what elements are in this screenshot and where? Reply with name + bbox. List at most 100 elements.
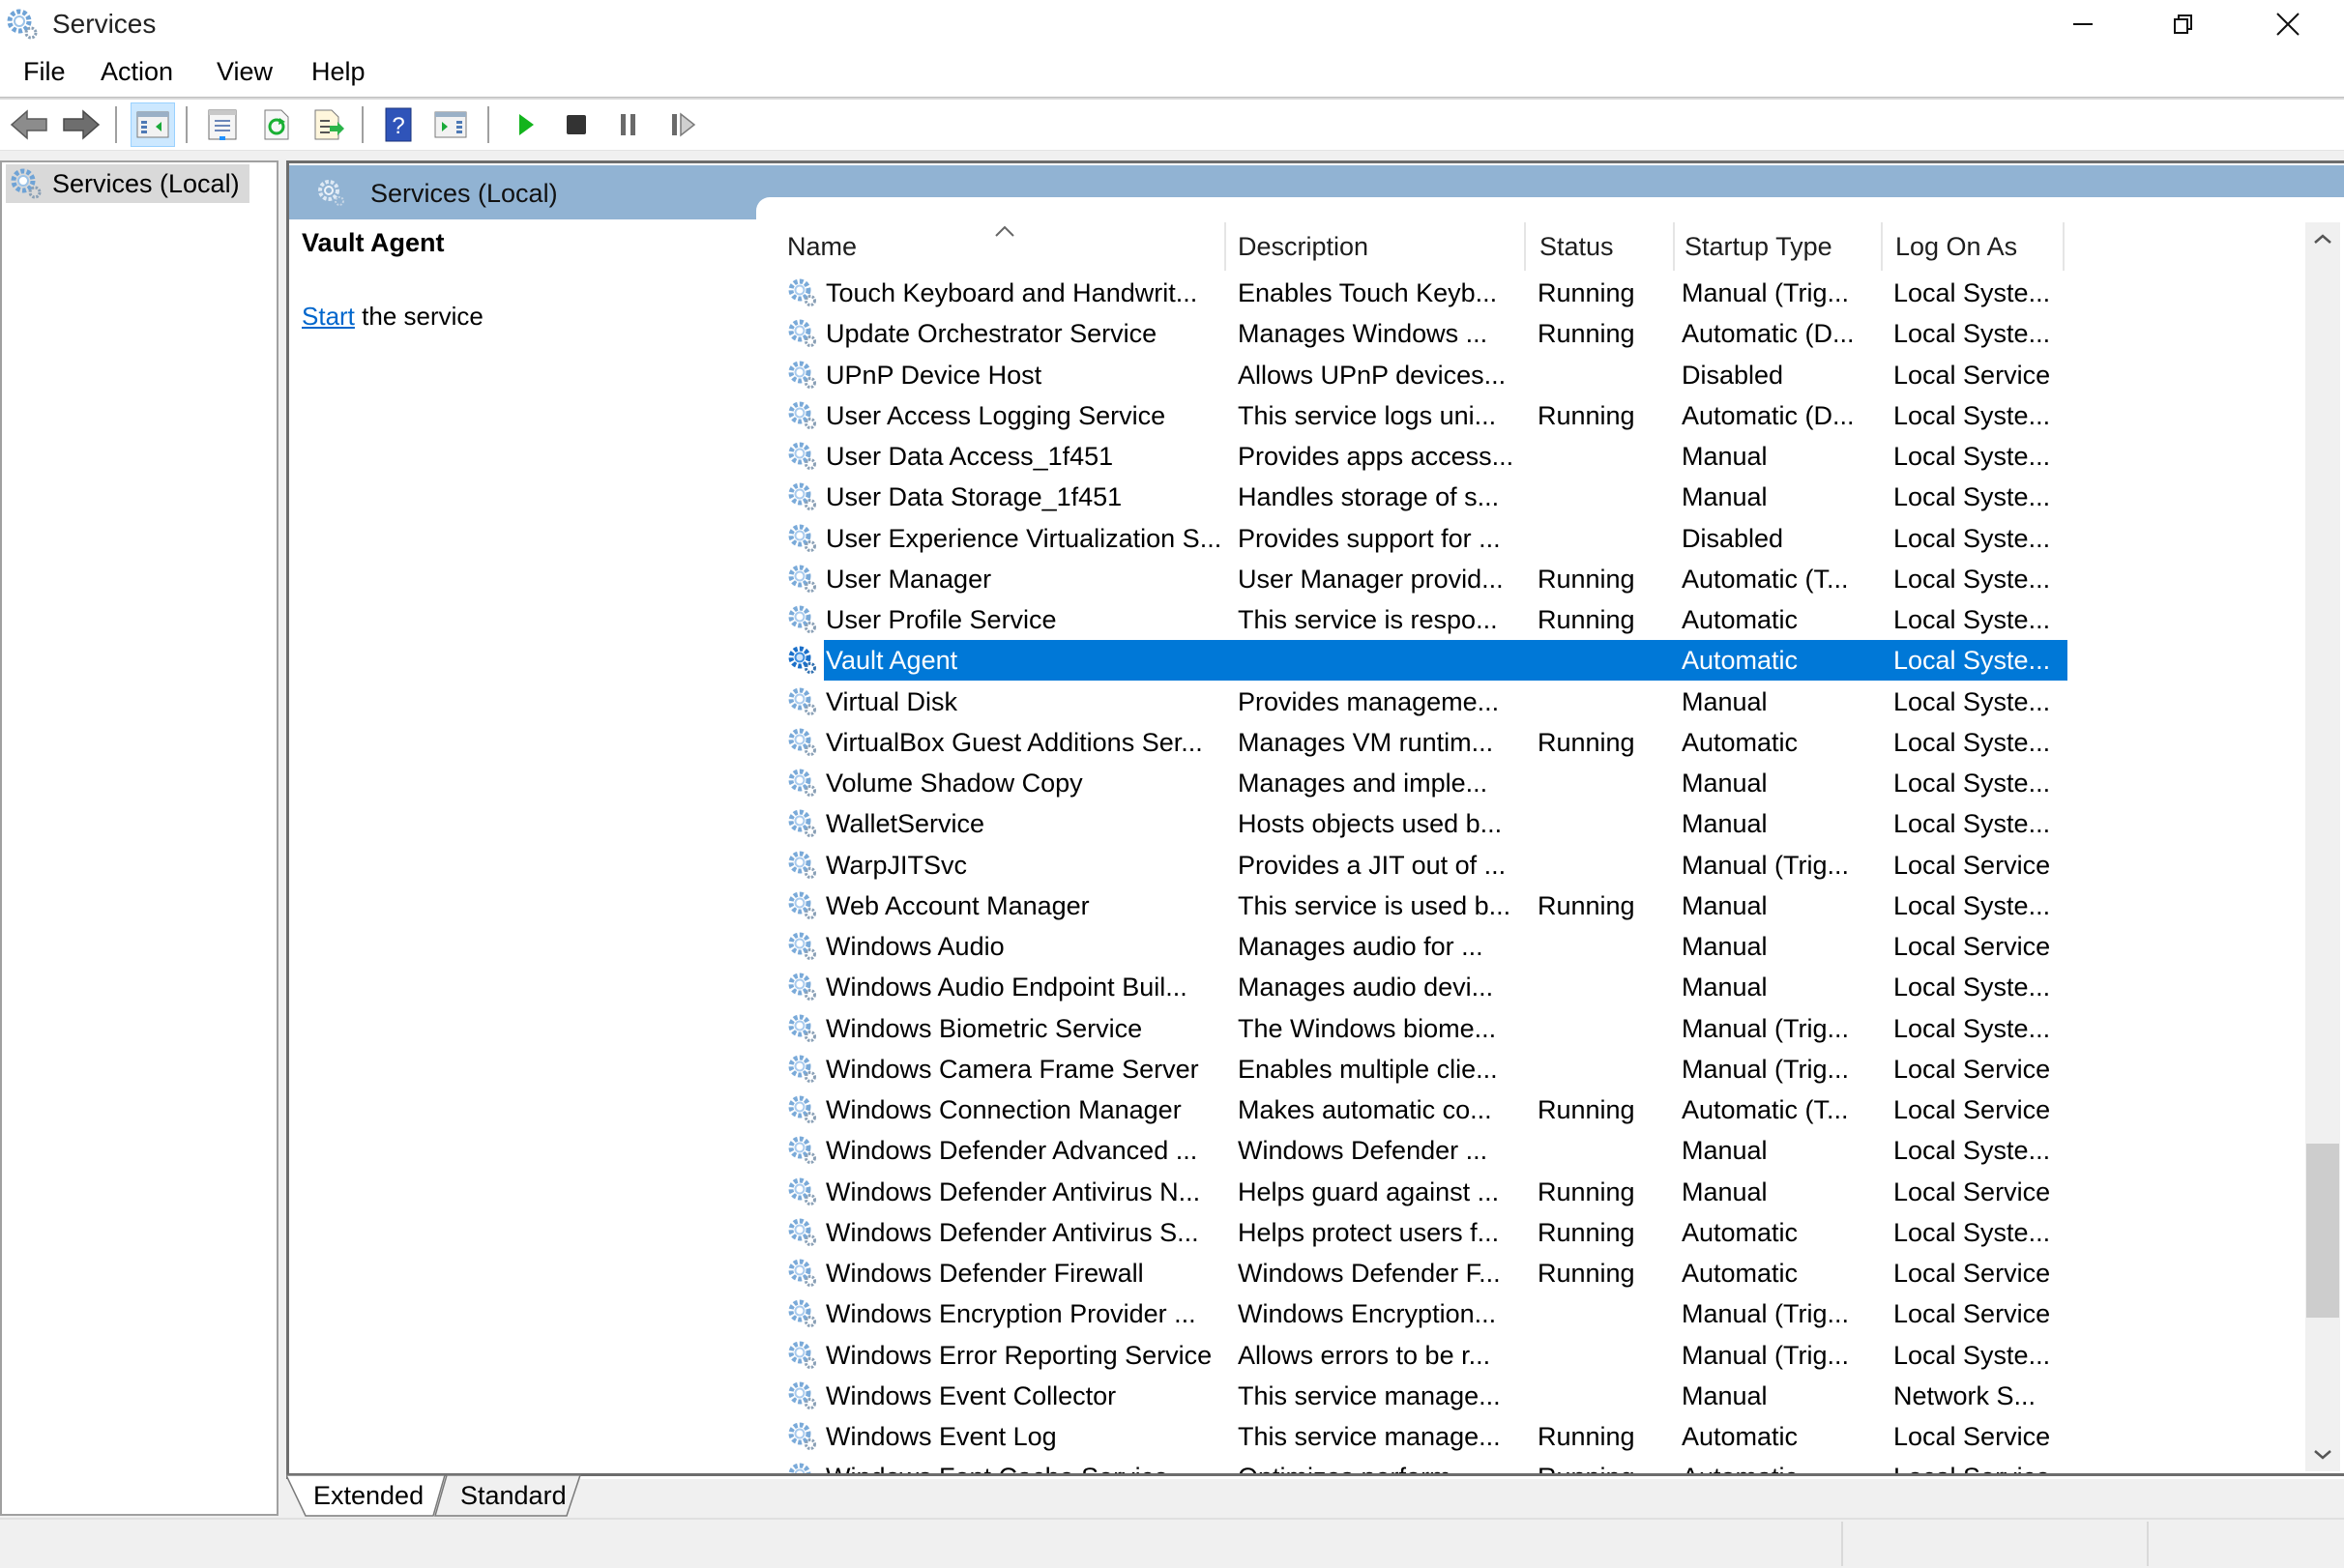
cell-description: Windows Encryption...	[1238, 1299, 1497, 1329]
stop-service-button[interactable]	[555, 103, 598, 146]
properties-button[interactable]	[201, 103, 244, 146]
column-header-log-on-as[interactable]: Log On As	[1895, 220, 2060, 273]
restore-button[interactable]	[2133, 0, 2234, 48]
cell-description: Enables multiple clie...	[1238, 1054, 1498, 1084]
cell-log-on-as: Local Service	[1893, 1422, 2051, 1451]
column-divider[interactable]	[1524, 222, 1526, 271]
start-service-button[interactable]	[505, 103, 547, 146]
service-row[interactable]: Web Account Manager This service is used …	[783, 886, 2301, 926]
service-row[interactable]: Windows Font Cache Service Optimizes perf…	[783, 1457, 2301, 1473]
minimize-button[interactable]	[2033, 0, 2133, 48]
service-row[interactable]: User Data Access_1f451 Provides apps acce…	[783, 436, 2301, 477]
show-hide-console-tree-button[interactable]	[131, 102, 175, 147]
tab-standard[interactable]: Standard	[460, 1476, 567, 1515]
service-row[interactable]: Windows Defender Firewall Windows Defende…	[783, 1253, 2301, 1293]
column-header-status[interactable]: Status	[1539, 220, 1675, 273]
cell-status	[1538, 1130, 1673, 1171]
cell-log-on-as: Local Syste...	[1893, 442, 2051, 471]
service-row[interactable]: UPnP Device Host Allows UPnP devices... Di…	[783, 355, 2301, 395]
service-row[interactable]: User Manager User Manager provid... Runnin…	[783, 559, 2301, 599]
service-row[interactable]: VirtualBox Guest Additions Ser... Manages…	[783, 722, 2301, 763]
minimize-icon	[2073, 23, 2093, 25]
service-row[interactable]: Windows Defender Antivirus N... Helps gua…	[783, 1172, 2301, 1212]
refresh-button[interactable]	[255, 103, 298, 146]
cell-status: Running	[1538, 727, 1635, 757]
menu-view[interactable]: View	[213, 54, 277, 89]
cell-status: Running	[1538, 278, 1635, 307]
column-divider[interactable]	[2063, 222, 2065, 271]
cell-log-on-as: Local Syste...	[1893, 890, 2051, 920]
cell-startup-type: Manual	[1682, 1176, 1768, 1206]
service-row[interactable]: WarpJITSvc Provides a JIT out of ... Manua…	[783, 845, 2301, 886]
cell-name: Windows Audio Endpoint Buil...	[826, 973, 1187, 1002]
service-row[interactable]: Update Orchestrator Service Manages Windo…	[783, 313, 2301, 354]
cell-description: Manages VM runtim...	[1238, 727, 1494, 757]
service-row[interactable]: WalletService Hosts objects used b... Manu…	[783, 803, 2301, 844]
column-divider[interactable]	[1673, 222, 1675, 271]
menu-action[interactable]: Action	[97, 54, 177, 89]
service-row[interactable]: Windows Camera Frame Server Enables multi…	[783, 1049, 2301, 1089]
export-list-button[interactable]	[308, 103, 350, 146]
service-row[interactable]: Windows Defender Advanced ... Windows Def…	[783, 1130, 2301, 1171]
service-row[interactable]: Windows Connection Manager Makes automati…	[783, 1089, 2301, 1130]
back-button[interactable]	[8, 103, 50, 146]
column-header-description[interactable]: Description	[1238, 220, 1528, 273]
menu-file[interactable]: File	[19, 54, 70, 89]
cell-startup-type: Manual	[1682, 686, 1768, 716]
cell-name: User Access Logging Service	[826, 400, 1166, 430]
cell-description: Windows Defender F...	[1238, 1259, 1501, 1288]
close-button[interactable]	[2238, 0, 2338, 48]
service-row[interactable]: User Access Logging Service This service …	[783, 395, 2301, 436]
cell-name: Update Orchestrator Service	[826, 319, 1157, 349]
service-gear-icon	[788, 565, 816, 593]
service-row[interactable]: User Experience Virtualization S... Provi…	[783, 518, 2301, 559]
service-row[interactable]: User Profile Service This service is resp…	[783, 599, 2301, 640]
cell-status: Running	[1538, 400, 1635, 430]
menu-help[interactable]: Help	[308, 54, 369, 89]
service-gear-icon	[788, 319, 816, 348]
forward-button[interactable]	[60, 103, 103, 146]
service-row[interactable]: Windows Event Log This service manage... R…	[783, 1416, 2301, 1457]
cell-log-on-as: Local Service	[1893, 850, 2051, 880]
cell-name: UPnP Device Host	[826, 360, 1042, 390]
service-row[interactable]: Windows Error Reporting Service Allows er…	[783, 1335, 2301, 1376]
column-divider[interactable]	[1224, 222, 1226, 271]
show-hide-action-pane-button[interactable]	[429, 103, 472, 146]
tab-extended[interactable]: Extended	[313, 1476, 424, 1515]
cell-startup-type: Automatic (D...	[1682, 400, 1855, 430]
cell-startup-type: Automatic	[1682, 646, 1799, 676]
service-row[interactable]: User Data Storage_1f451 Handles storage o…	[783, 477, 2301, 517]
arrow-right-icon	[63, 109, 101, 140]
service-row-selected[interactable]: Vault Agent Automatic Local Syste...	[783, 640, 2301, 682]
service-row[interactable]: Windows Encryption Provider ... Windows E…	[783, 1293, 2301, 1334]
cell-status: Running	[1538, 564, 1635, 594]
column-divider[interactable]	[1881, 222, 1883, 271]
column-header-startup-type[interactable]: Startup Type	[1685, 220, 1878, 273]
service-row[interactable]: Windows Event Collector This service mana…	[783, 1376, 2301, 1416]
window-title: Services	[52, 9, 157, 39]
scroll-up-button[interactable]	[2305, 222, 2340, 255]
service-row[interactable]: Volume Shadow Copy Manages and imple... Ma…	[783, 763, 2301, 803]
cell-startup-type: Automatic (D...	[1682, 319, 1855, 349]
service-row[interactable]: Touch Keyboard and Handwrit... Enables To…	[783, 273, 2301, 313]
restart-service-button[interactable]	[661, 103, 704, 146]
cell-name: Windows Connection Manager	[826, 1095, 1182, 1124]
scroll-down-button[interactable]	[2305, 1438, 2340, 1471]
start-service-link[interactable]: Start	[302, 302, 355, 331]
pause-service-button[interactable]	[607, 103, 650, 146]
service-row[interactable]: Virtual Disk Provides manageme... Manual Lo…	[783, 682, 2301, 722]
service-row[interactable]: Windows Audio Manages audio for ... Manual…	[783, 926, 2301, 967]
service-row[interactable]: Windows Biometric Service The Windows bio…	[783, 1008, 2301, 1049]
help-button[interactable]: ?	[377, 103, 420, 146]
service-action-suffix: the service	[354, 302, 483, 331]
service-row[interactable]: Windows Defender Antivirus S... Helps pro…	[783, 1212, 2301, 1253]
service-gear-icon	[788, 932, 816, 960]
service-gear-icon	[788, 973, 816, 1002]
tree-item-services-local[interactable]: Services (Local)	[6, 164, 249, 203]
service-gear-icon	[788, 1136, 816, 1165]
service-gear-icon	[788, 1014, 816, 1042]
cell-name: Windows Encryption Provider ...	[826, 1299, 1196, 1329]
cell-status	[1538, 518, 1673, 559]
scrollbar-thumb[interactable]	[2306, 1143, 2339, 1318]
service-row[interactable]: Windows Audio Endpoint Buil... Manages au…	[783, 967, 2301, 1007]
